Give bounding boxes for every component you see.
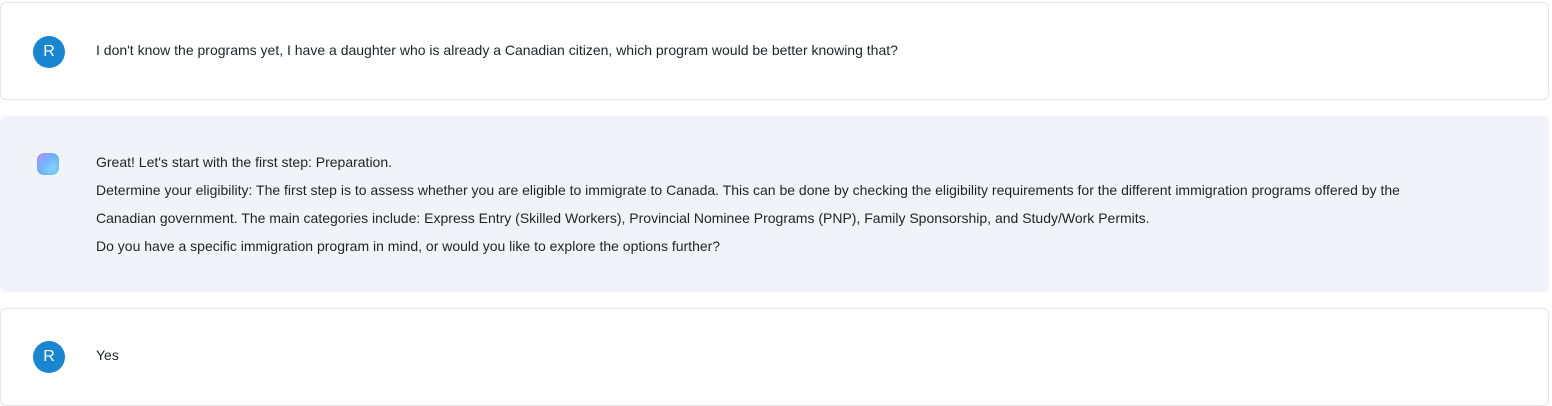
message-line: Do you have a specific immigration progr… xyxy=(96,238,721,254)
message-line: Canadian government. The main categories… xyxy=(96,210,1150,226)
user-message: R I don't know the programs yet, I have … xyxy=(0,2,1549,100)
message-line: Great! Let's start with the first step: … xyxy=(96,154,393,170)
message-text: Great! Let's start with the first step: … xyxy=(96,148,1508,260)
message-line: Determine your eligibility: The first st… xyxy=(96,182,1400,198)
user-avatar: R xyxy=(33,36,65,68)
message-text: Yes xyxy=(96,341,1508,369)
assistant-logo-icon xyxy=(37,153,59,175)
message-text: I don't know the programs yet, I have a … xyxy=(96,36,1508,64)
message-line: Yes xyxy=(96,347,119,363)
user-avatar: R xyxy=(33,341,65,373)
chat-thread: R I don't know the programs yet, I have … xyxy=(0,0,1552,406)
message-line: I don't know the programs yet, I have a … xyxy=(96,42,898,58)
assistant-message: Great! Let's start with the first step: … xyxy=(0,116,1549,292)
user-message: R Yes xyxy=(0,308,1549,406)
